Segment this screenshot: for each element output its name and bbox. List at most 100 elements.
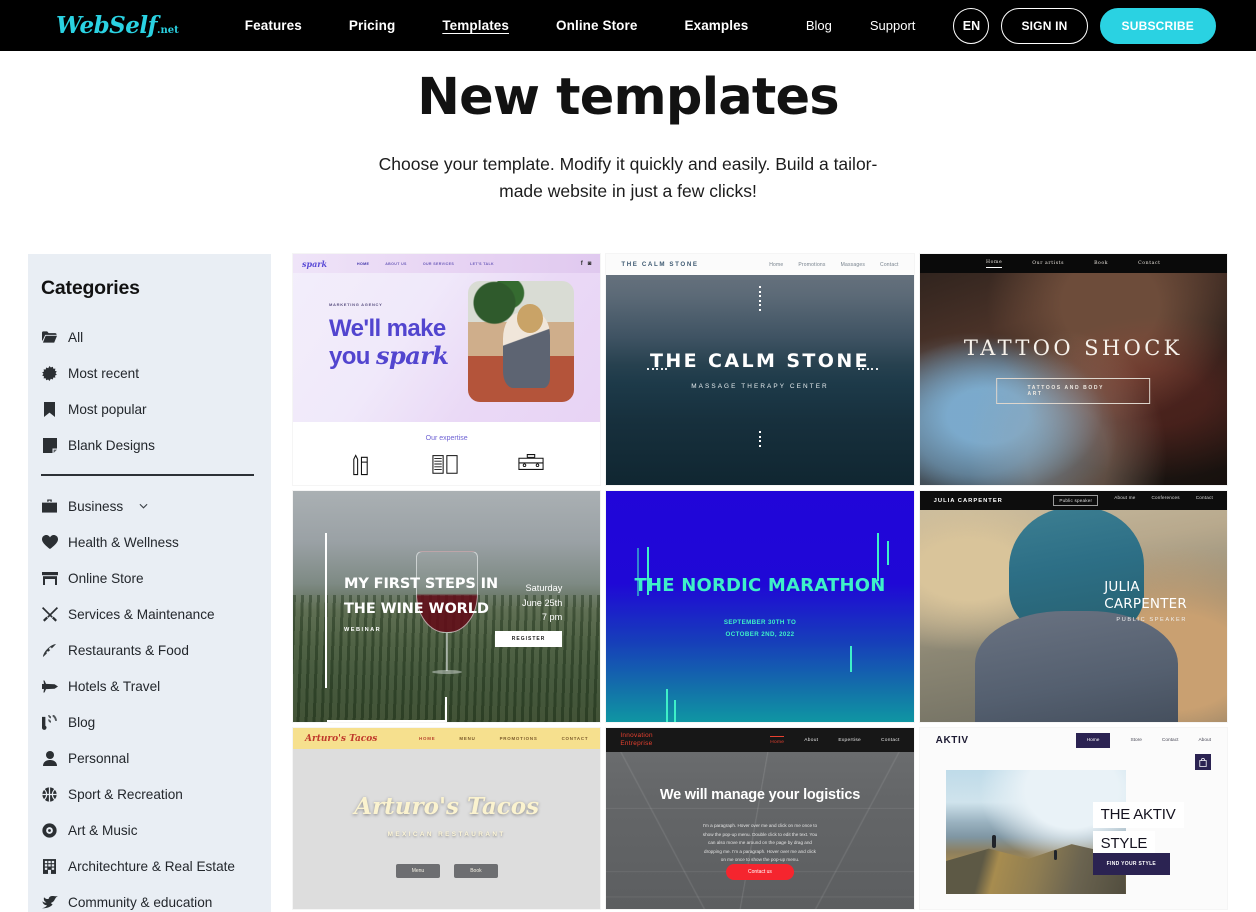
chevron-down-icon[interactable] xyxy=(139,503,148,509)
sidebar-item-services-maintenance[interactable]: Services & Maintenance xyxy=(41,596,271,632)
template-card-arturos-tacos[interactable]: Arturo's Tacos MEXICAN RESTAURANT Menu B… xyxy=(293,728,601,910)
nav-item-support[interactable]: Support xyxy=(870,18,916,33)
categories-sidebar: Categories All Most recent Most popular … xyxy=(28,254,271,912)
nordic-date-line2: OCTOBER 2ND, 2022 xyxy=(725,631,795,639)
sidebar-item-sport-recreation[interactable]: Sport & Recreation xyxy=(41,776,271,812)
subscribe-button[interactable]: SUBSCRIBE xyxy=(1099,7,1216,44)
nordic-bar-7 xyxy=(674,700,677,723)
page-subtitle: Choose your template. Modify it quickly … xyxy=(378,154,878,202)
nordic-date-line1: SEPTEMBER 30TH TO xyxy=(723,619,797,627)
sidebar-item-most-popular[interactable]: Most popular xyxy=(41,391,271,427)
facebook-icon: f xyxy=(580,260,583,267)
innovation-contact-button: Contact us xyxy=(726,864,794,881)
sign-in-button[interactable]: SIGN IN xyxy=(1001,7,1088,44)
aktiv-nav-store: Store xyxy=(1130,737,1142,743)
sidebar-item-art-music[interactable]: Art & Music xyxy=(41,812,271,848)
template-card-calm-stone[interactable]: THE CALM STONE MASSAGE THERAPY CENTER TH… xyxy=(606,254,914,486)
sidebar-item-most-recent[interactable]: Most recent xyxy=(41,355,271,391)
wine-headline: MY FIRST STEPS IN THE WINE WORLD xyxy=(344,572,498,622)
calm-logo: THE CALM STONE xyxy=(621,261,699,269)
spark-hero-text: MARKETING AGENCY We'll make you spark xyxy=(329,302,449,371)
wine-headline-line2: THE WINE WORLD xyxy=(344,601,489,618)
template-card-aktiv[interactable]: THE AKTIV STYLE FIND YOUR STYLE AKTIV Ho… xyxy=(919,728,1227,910)
nav-item-templates[interactable]: Templates xyxy=(442,18,509,33)
spark-section-title: Our expertise xyxy=(425,435,468,443)
tattoo-title: TATTOO SHOCK xyxy=(963,336,1183,361)
tattoo-nav-home: Home xyxy=(986,260,1003,268)
vinyl-icon xyxy=(41,822,58,839)
shopping-bag-icon xyxy=(1195,754,1211,771)
sidebar-item-personnal[interactable]: Personnal xyxy=(41,740,271,776)
tattoo-nav-book: Book xyxy=(1094,261,1109,267)
plane-icon xyxy=(41,678,58,695)
sidebar-item-online-store[interactable]: Online Store xyxy=(41,560,271,596)
spark-headline: We'll make you spark xyxy=(329,315,449,371)
template-card-spark[interactable]: MARKETING AGENCY We'll make you spark Ou… xyxy=(293,254,601,486)
sidebar-item-label: Architechture & Real Estate xyxy=(68,858,235,874)
sidebar-item-all[interactable]: All xyxy=(41,319,271,355)
spark-logo: spark xyxy=(302,258,328,269)
arturo-title: Arturo's Tacos xyxy=(354,793,540,821)
innovation-paragraph: I'm a paragraph. Hover over me and click… xyxy=(702,823,818,863)
template-card-julia-carpenter[interactable]: JULIA CARPENTER PUBLIC SPEAKER JULIA CAR… xyxy=(919,491,1227,723)
nav-item-features[interactable]: Features xyxy=(245,18,302,33)
sidebar-item-blank-designs[interactable]: Blank Designs xyxy=(41,427,271,463)
template-card-innovation-entreprise[interactable]: We will manage your logistics I'm a para… xyxy=(606,728,914,910)
sidebar-item-health-wellness[interactable]: Health & Wellness xyxy=(41,524,271,560)
wine-rule-vertical xyxy=(325,533,327,689)
sidebar-item-hotels-travel[interactable]: Hotels & Travel xyxy=(41,668,271,704)
logo-text: WebSelf xyxy=(56,12,158,39)
sidebar-item-blog[interactable]: Blog xyxy=(41,704,271,740)
sidebar-item-community-education[interactable]: Community & education xyxy=(41,884,271,912)
main-navigation: Features Pricing Templates Online Store … xyxy=(245,18,749,33)
sidebar-item-label: Sport & Recreation xyxy=(68,786,183,802)
person-icon xyxy=(41,750,58,767)
template-card-tattoo-shock[interactable]: TATTOO SHOCK TATTOOS AND BODY ART Home O… xyxy=(919,254,1227,486)
sidebar-item-business[interactable]: Business xyxy=(41,488,271,524)
spark-nav-about: ABOUT US xyxy=(385,261,407,266)
spark-hero-photo xyxy=(468,281,575,403)
aktiv-nav-about: About xyxy=(1198,737,1211,743)
arturo-nav-menu: MENU xyxy=(459,736,476,742)
sidebar-item-label: Blank Designs xyxy=(68,437,155,453)
nordic-dates: SEPTEMBER 30TH TO OCTOBER 2ND, 2022 xyxy=(606,617,913,641)
spark-expertise-icons xyxy=(293,449,600,485)
nordic-title: THE NORDIC MARATHON xyxy=(634,575,886,597)
aktiv-nav-contact: Contact xyxy=(1161,737,1179,743)
template-card-wine-webinar[interactable]: MY FIRST STEPS IN THE WINE WORLD WEBINAR… xyxy=(293,491,601,723)
julia-nav-conferences: Conferences xyxy=(1151,495,1180,501)
wine-headline-line1: MY FIRST STEPS IN xyxy=(344,576,499,593)
site-logo[interactable]: WebSelf.net xyxy=(56,12,179,39)
tools-icon xyxy=(41,606,58,623)
nav-item-pricing[interactable]: Pricing xyxy=(349,18,395,33)
innovation-nav-home: Home xyxy=(770,735,785,745)
aktiv-nav-items: Home Store Contact About xyxy=(1075,732,1211,748)
julia-title-line2: CARPENTER xyxy=(1104,596,1187,613)
julia-nav-items: Public speaker About me Conferences Cont… xyxy=(1053,495,1213,507)
sidebar-item-restaurants-food[interactable]: Restaurants & Food xyxy=(41,632,271,668)
blank-page-icon xyxy=(41,437,58,454)
book-icon xyxy=(432,453,458,480)
innovation-template-nav: Innovation Entreprise Home About Experti… xyxy=(606,728,914,753)
template-card-nordic-marathon[interactable]: THE NORDIC MARATHON SEPTEMBER 30TH TO OC… xyxy=(606,491,914,723)
sidebar-item-architechture-real-estate[interactable]: Architechture & Real Estate xyxy=(41,848,271,884)
arturo-logo: Arturo's Tacos xyxy=(305,733,378,744)
calm-dots-top xyxy=(758,286,761,311)
innovation-title: We will manage your logistics xyxy=(659,787,861,804)
nav-item-online-store[interactable]: Online Store xyxy=(556,18,637,33)
nav-item-blog[interactable]: Blog xyxy=(806,18,832,33)
wine-register-button: REGISTER xyxy=(494,631,563,648)
spark-nav-items: HOME ABOUT US OUR SERVICES LET'S TALK xyxy=(357,262,494,266)
language-selector[interactable]: EN xyxy=(953,7,990,44)
nordic-bar-3 xyxy=(876,533,879,582)
wine-kicker: WEBINAR xyxy=(344,627,382,634)
bookmark-icon xyxy=(41,401,58,418)
calm-subtitle: MASSAGE THERAPY CENTER xyxy=(691,383,829,391)
hero-section: New templates Choose your template. Modi… xyxy=(0,51,1256,205)
sidebar-item-label: Community & education xyxy=(68,894,213,910)
sidebar-item-label: Services & Maintenance xyxy=(68,606,215,622)
nordic-bar-4 xyxy=(886,541,889,566)
innovation-nav-about: About xyxy=(804,737,819,743)
arturo-subtitle: MEXICAN RESTAURANT xyxy=(387,831,506,839)
nav-item-examples[interactable]: Examples xyxy=(684,18,748,33)
